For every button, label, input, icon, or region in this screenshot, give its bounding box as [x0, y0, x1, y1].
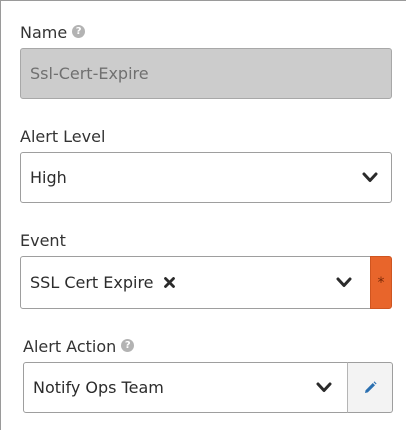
event-tag: SSL Cert Expire [30, 257, 175, 308]
question-circle-icon[interactable]: ? [72, 25, 86, 38]
pencil-icon [365, 380, 377, 393]
alert-level-label: Alert Level [20, 127, 106, 146]
alert-level-label-row: Alert Level [20, 127, 105, 146]
chevron-down-icon[interactable] [316, 382, 332, 394]
times-icon[interactable] [163, 277, 175, 288]
alert-level-select[interactable]: High [20, 152, 392, 203]
name-label-row: Name ? [20, 23, 86, 42]
chevron-down-icon[interactable] [362, 172, 378, 184]
chevron-down-icon[interactable] [336, 277, 352, 289]
event-label-row: Event [20, 231, 66, 250]
edit-action-button[interactable] [347, 362, 393, 413]
alert-action-label-row: Alert Action ? [23, 337, 135, 356]
name-value: Ssl-Cert-Expire [30, 64, 149, 83]
name-label: Name [20, 23, 68, 42]
alert-level-selected: High [30, 168, 67, 187]
question-circle-icon[interactable]: ? [121, 339, 135, 352]
required-marker: * [370, 256, 392, 309]
name-field: Ssl-Cert-Expire [20, 48, 392, 99]
alert-action-selected: Notify Ops Team [33, 378, 164, 397]
alert-action-select[interactable]: Notify Ops Team [23, 362, 348, 413]
event-tag-label: SSL Cert Expire [30, 273, 154, 292]
event-label: Event [20, 231, 66, 250]
alert-action-label: Alert Action [23, 337, 117, 356]
event-select[interactable]: SSL Cert Expire [20, 256, 371, 309]
alert-form: Name ? Ssl-Cert-Expire Alert Level High … [0, 0, 406, 430]
